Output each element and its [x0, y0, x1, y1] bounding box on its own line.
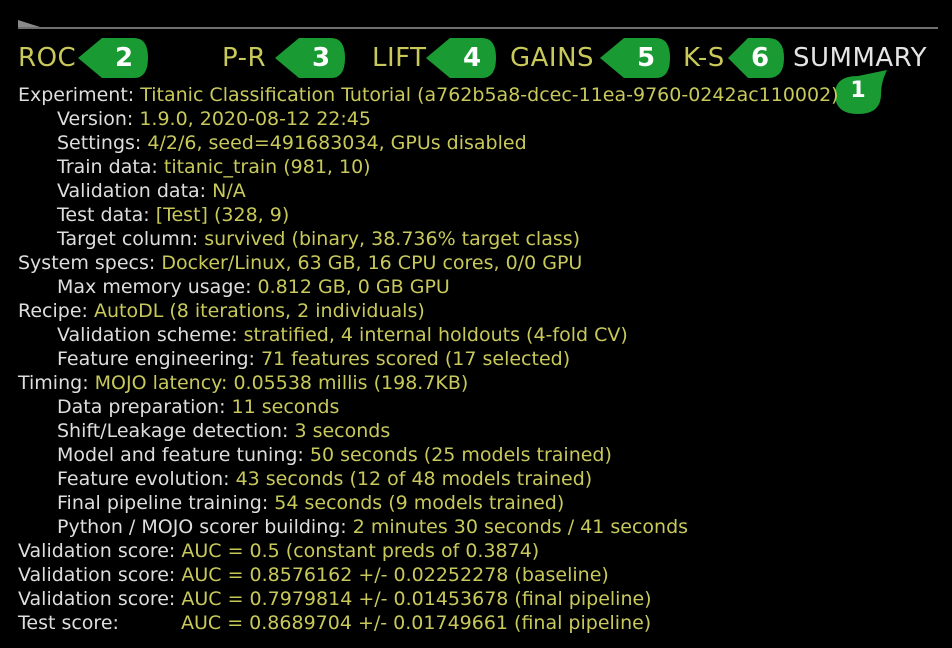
summary-value: AUC = 0.8689704 +/- 0.01749661 (final pi… — [181, 612, 652, 634]
summary-row: Settings: 4/2/6, seed=491683034, GPUs di… — [18, 131, 938, 155]
summary-row: Target column: survived (binary, 38.736%… — [18, 227, 938, 251]
summary-row: Validation score: AUC = 0.5 (constant pr… — [18, 539, 938, 563]
summary-row: Validation score: AUC = 0.8576162 +/- 0.… — [18, 563, 938, 587]
summary-value: 1.9.0, 2020-08-12 22:45 — [139, 108, 371, 130]
summary-panel: Experiment: Titanic Classification Tutor… — [18, 83, 938, 635]
summary-value: 54 seconds (9 models trained) — [274, 492, 565, 514]
summary-label: Version: — [57, 108, 140, 130]
callout-number: 3 — [311, 43, 331, 73]
tab-lift[interactable]: LIFT — [372, 42, 427, 74]
summary-value: 11 seconds — [231, 396, 340, 418]
summary-row: Timing: MOJO latency: 0.05538 millis (19… — [18, 371, 938, 395]
summary-value: 71 features scored (17 selected) — [260, 348, 571, 370]
summary-label: Python / MOJO scorer building: — [57, 516, 353, 538]
summary-value: [Test] (328, 9) — [155, 204, 290, 226]
summary-row: Python / MOJO scorer building: 2 minutes… — [18, 515, 938, 539]
summary-value: 0.812 GB, 0 GB GPU — [257, 276, 450, 298]
summary-row: Feature evolution: 43 seconds (12 of 48 … — [18, 467, 938, 491]
summary-label: Test data: — [57, 204, 156, 226]
summary-label: Recipe: — [18, 300, 94, 322]
summary-label: Validation scheme: — [57, 324, 244, 346]
summary-label: Shift/Leakage detection: — [57, 420, 295, 442]
callout-badge-6: 6 — [728, 36, 788, 80]
summary-value: titanic_train (981, 10) — [163, 156, 371, 178]
summary-value: 2 minutes 30 seconds / 41 seconds — [352, 516, 689, 538]
summary-label: Max memory usage: — [57, 276, 258, 298]
summary-label: Experiment: — [18, 84, 141, 106]
tab-pr[interactable]: P-R — [222, 42, 266, 74]
callout-badge-5: 5 — [600, 36, 672, 80]
summary-label: Feature evolution: — [57, 468, 236, 490]
summary-value: AUC = 0.5 (constant preds of 0.3874) — [181, 540, 540, 562]
summary-value: 4/2/6, seed=491683034, GPUs disabled — [147, 132, 527, 154]
summary-value: MOJO latency: 0.05538 millis (198.7KB) — [94, 372, 469, 394]
callout-number: 6 — [750, 43, 770, 73]
summary-row: Test data: [Test] (328, 9) — [18, 203, 938, 227]
tab-roc[interactable]: ROC — [18, 42, 76, 74]
summary-value: N/A — [212, 180, 246, 202]
summary-value: Titanic Classification Tutorial (a762b5a… — [140, 84, 839, 106]
summary-label: Target column: — [57, 228, 205, 250]
summary-row: Version: 1.9.0, 2020-08-12 22:45 — [18, 107, 938, 131]
summary-label: Validation score: — [18, 564, 182, 586]
callout-badge-3: 3 — [275, 36, 347, 80]
summary-row: System specs: Docker/Linux, 63 GB, 16 CP… — [18, 251, 938, 275]
tab-gains[interactable]: GAINS — [510, 42, 594, 74]
callout-number: 4 — [462, 43, 482, 73]
summary-row: Recipe: AutoDL (8 iterations, 2 individu… — [18, 299, 938, 323]
summary-row: Final pipeline training: 54 seconds (9 m… — [18, 491, 938, 515]
summary-row: Validation score: AUC = 0.7979814 +/- 0.… — [18, 587, 938, 611]
summary-value: Docker/Linux, 63 GB, 16 CPU cores, 0/0 G… — [161, 252, 583, 274]
summary-row: Validation data: N/A — [18, 179, 938, 203]
summary-row: Train data: titanic_train (981, 10) — [18, 155, 938, 179]
tab-ks[interactable]: K-S — [683, 42, 725, 74]
summary-label: Data preparation: — [57, 396, 232, 418]
summary-label: Settings: — [57, 132, 148, 154]
summary-label: Model and feature tuning: — [57, 444, 310, 466]
panel-top-border — [18, 27, 938, 29]
summary-label: Timing: — [18, 372, 95, 394]
summary-value: AUC = 0.7979814 +/- 0.01453678 (final pi… — [181, 588, 652, 610]
summary-row: Shift/Leakage detection: 3 seconds — [18, 419, 938, 443]
summary-row: Feature engineering: 71 features scored … — [18, 347, 938, 371]
summary-value: 50 seconds (25 models trained) — [309, 444, 612, 466]
summary-row: Max memory usage: 0.812 GB, 0 GB GPU — [18, 275, 938, 299]
summary-label: Validation score: — [18, 588, 182, 610]
summary-label: System specs: — [18, 252, 162, 274]
summary-value: 43 seconds (12 of 48 models trained) — [235, 468, 593, 490]
summary-row: Model and feature tuning: 50 seconds (25… — [18, 443, 938, 467]
callout-badge-2: 2 — [78, 36, 150, 80]
summary-label: Validation data: — [57, 180, 213, 202]
summary-value: survived (binary, 38.736% target class) — [204, 228, 581, 250]
summary-value: AutoDL (8 iterations, 2 individuals) — [93, 300, 425, 322]
summary-row: Validation scheme: stratified, 4 interna… — [18, 323, 938, 347]
callout-number: 5 — [636, 43, 656, 73]
callout-number: 2 — [114, 43, 134, 73]
summary-label: Test score: — [18, 612, 119, 634]
summary-value: 3 seconds — [294, 420, 391, 442]
summary-label: Train data: — [57, 156, 164, 178]
tab-bar: ROC 2 P-R 3 LIFT 4 GAINS 5 K-S 6 SUMMARY — [0, 36, 952, 84]
summary-label: Validation score: — [18, 540, 182, 562]
summary-value: AUC = 0.8576162 +/- 0.02252278 (baseline… — [181, 564, 609, 586]
panel-notch — [18, 20, 40, 27]
summary-row: Test score: AUC = 0.8689704 +/- 0.0174966… — [18, 611, 938, 635]
summary-value: stratified, 4 internal holdouts (4-fold … — [243, 324, 628, 346]
summary-row: Data preparation: 11 seconds — [18, 395, 938, 419]
summary-label: Feature engineering: — [57, 348, 261, 370]
summary-label: Final pipeline training: — [57, 492, 275, 514]
callout-badge-4: 4 — [426, 36, 498, 80]
summary-row: Experiment: Titanic Classification Tutor… — [18, 83, 938, 107]
